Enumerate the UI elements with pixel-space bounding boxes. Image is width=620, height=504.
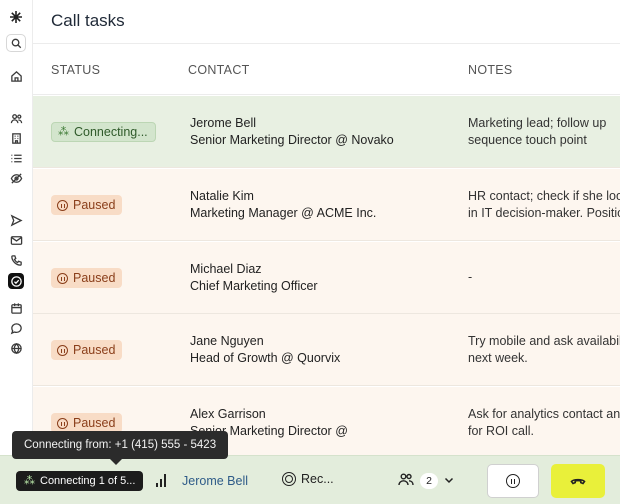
mail-icon[interactable] <box>8 232 24 248</box>
check-circle-icon[interactable] <box>8 273 24 289</box>
table-row[interactable]: Paused Natalie Kim Marketing Manager @ A… <box>33 169 620 241</box>
column-header-status[interactable]: STATUS <box>51 63 100 77</box>
column-header-notes[interactable]: NOTES <box>468 63 513 77</box>
pause-icon <box>57 344 68 356</box>
notes-cell: Try mobile and ask availabili next week. <box>468 334 620 365</box>
notes-cell: Marketing lead; follow up sequence touch… <box>468 116 607 147</box>
calendar-icon[interactable] <box>8 300 24 316</box>
signal-strength-icon <box>156 473 170 487</box>
status-badge: ⁂ Connecting... <box>51 122 156 142</box>
table-row[interactable]: Paused Jane Nguyen Head of Growth @ Quor… <box>33 314 620 386</box>
users-icon[interactable] <box>8 110 24 126</box>
table-row[interactable]: Paused Michael Diaz Chief Marketing Offi… <box>33 242 620 314</box>
contact-title: Marketing Manager @ ACME Inc. <box>190 206 377 220</box>
search-icon[interactable] <box>6 34 26 52</box>
hang-up-icon <box>570 478 586 485</box>
contact-name[interactable]: Jerome Bell <box>190 115 394 132</box>
globe-icon[interactable] <box>8 340 24 356</box>
pause-icon <box>57 417 68 429</box>
active-contact-link[interactable]: Jerome Bell <box>182 474 248 488</box>
logo-icon[interactable] <box>8 9 24 25</box>
table-row[interactable]: ⁂ Connecting... Jerome Bell Senior Marke… <box>33 96 620 168</box>
status-badge: Paused <box>51 195 123 215</box>
contact-cell: Natalie Kim Marketing Manager @ ACME Inc… <box>190 188 376 222</box>
status-badge: Paused <box>51 413 123 433</box>
call-bar: ⁂ Connecting 1 of 5... Jerome Bell Rec..… <box>0 455 620 504</box>
column-header-contact[interactable]: CONTACT <box>188 63 250 77</box>
notes-cell: HR contact; check if she loo in IT decis… <box>468 189 620 220</box>
contact-cell: Michael Diaz Chief Marketing Officer <box>190 261 318 295</box>
list-icon[interactable] <box>8 150 24 166</box>
sidebar <box>0 0 33 504</box>
status-badge: Paused <box>51 340 123 360</box>
pause-icon <box>57 272 68 284</box>
status-badge: Paused <box>51 268 123 288</box>
participants-dropdown[interactable]: 2 <box>398 472 454 489</box>
contact-title: Senior Marketing Director @ Novako <box>190 133 394 147</box>
users-icon <box>398 472 414 489</box>
contact-name[interactable]: Natalie Kim <box>190 188 376 205</box>
contact-title: Head of Growth @ Quorvix <box>190 351 341 365</box>
participants-count: 2 <box>420 472 438 489</box>
pause-icon <box>506 474 520 488</box>
eye-icon[interactable] <box>8 170 24 186</box>
notes-cell: - <box>468 270 473 284</box>
loading-icon: ⁂ <box>58 125 69 138</box>
contact-name[interactable]: Alex Garrison <box>190 406 348 423</box>
call-status-pill[interactable]: ⁂ Connecting 1 of 5... <box>16 471 144 491</box>
record-icon <box>282 472 296 486</box>
notes-cell: Ask for analytics contact an for ROI cal… <box>468 407 620 438</box>
send-icon[interactable] <box>8 212 24 228</box>
contact-name[interactable]: Jane Nguyen <box>190 333 340 350</box>
phone-icon[interactable] <box>8 252 24 268</box>
home-icon[interactable] <box>8 68 24 84</box>
contact-cell: Jerome Bell Senior Marketing Director @ … <box>190 115 394 149</box>
pause-icon <box>57 199 68 211</box>
pause-call-button[interactable] <box>487 464 539 498</box>
table-header: STATUS CONTACT NOTES <box>33 45 620 95</box>
chevron-down-icon <box>444 475 454 487</box>
page-title: Call tasks <box>51 11 125 30</box>
contact-name[interactable]: Michael Diaz <box>190 261 318 278</box>
hang-up-button[interactable] <box>551 464 605 498</box>
chat-icon[interactable] <box>8 320 24 336</box>
record-button[interactable]: Rec... <box>282 472 334 486</box>
contact-cell: Jane Nguyen Head of Growth @ Quorvix <box>190 333 340 367</box>
connecting-from-tooltip: Connecting from: +1 (415) 555 - 5423 <box>12 431 229 465</box>
loading-icon: ⁂ <box>24 474 35 487</box>
contact-title: Chief Marketing Officer <box>190 279 318 293</box>
building-icon[interactable] <box>8 130 24 146</box>
page-header: Call tasks <box>33 0 620 44</box>
